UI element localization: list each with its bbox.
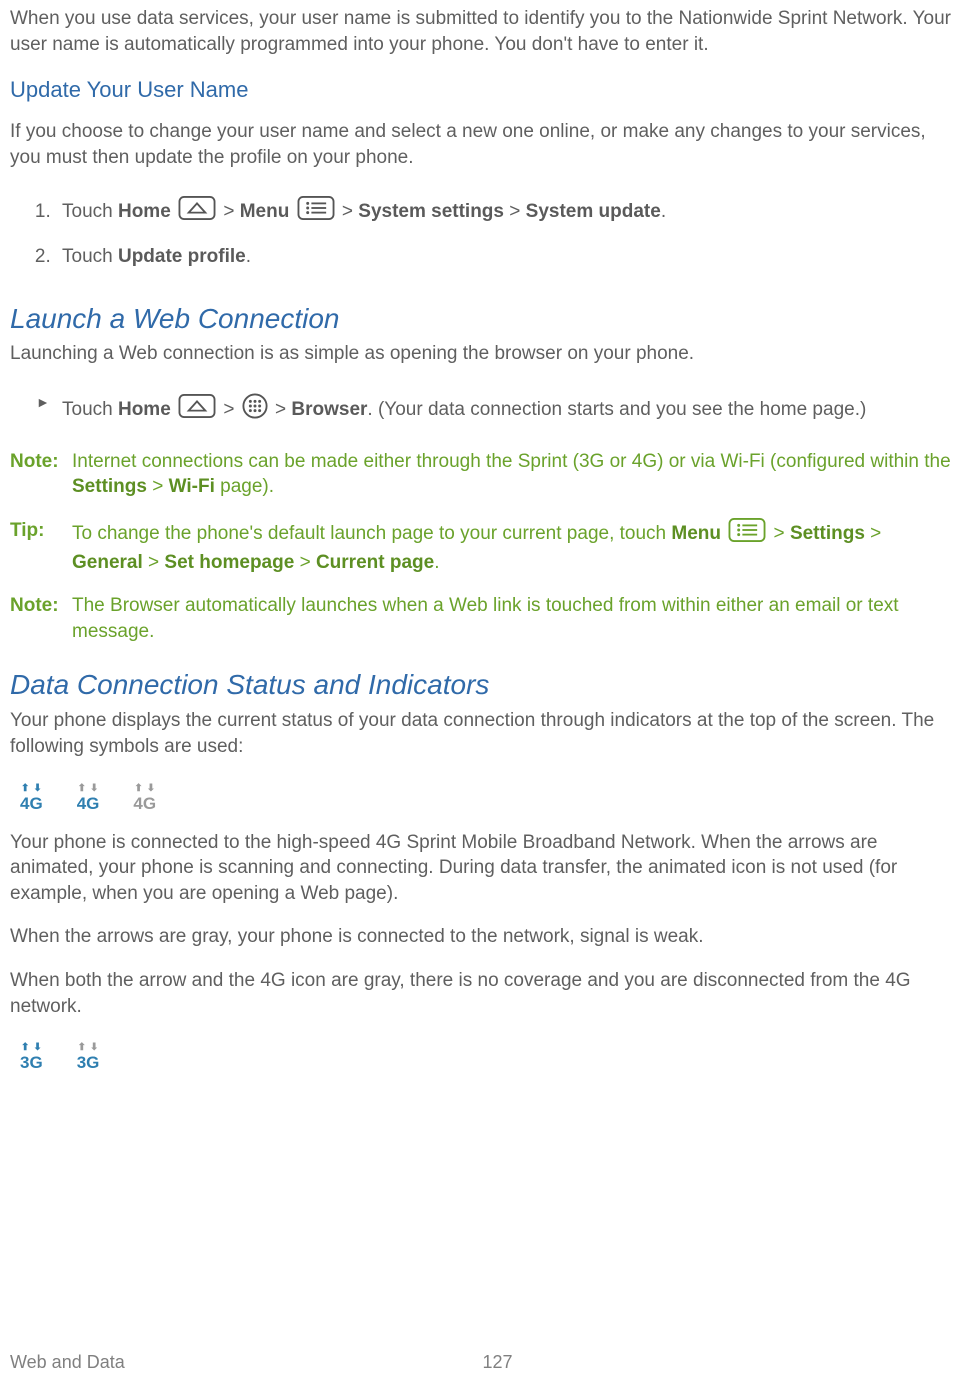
- sep: >: [865, 523, 881, 544]
- tip-label: Tip:: [10, 518, 72, 575]
- label-general: General: [72, 552, 143, 573]
- text: .: [661, 201, 666, 222]
- heading-update-user-name: Update Your User Name: [10, 75, 955, 105]
- text: Touch: [62, 201, 118, 222]
- sep: >: [218, 201, 240, 222]
- menu-icon: [728, 518, 766, 550]
- indicator-label: 4G: [133, 795, 156, 812]
- label-system-settings: System settings: [358, 201, 504, 222]
- note-2: Note: The Browser automatically launches…: [10, 593, 955, 644]
- arrows-icon: ⬆⬇: [134, 784, 155, 794]
- indicator-4g-weak: ⬆⬇ 4G: [77, 784, 100, 812]
- indicator-label: 4G: [77, 795, 100, 812]
- indicator-label: 4G: [20, 795, 43, 812]
- label-menu: Menu: [240, 201, 290, 222]
- step-1: Touch Home > Menu > System settings > Sy…: [56, 188, 955, 236]
- indicator-3g-active: ⬆⬇ 3G: [20, 1043, 43, 1071]
- label-settings: Settings: [72, 476, 147, 497]
- apps-icon: [242, 393, 268, 427]
- text: Touch: [62, 246, 118, 267]
- note-body: The Browser automatically launches when …: [72, 593, 955, 644]
- footer-section: Web and Data: [10, 1350, 483, 1374]
- sep: >: [504, 201, 526, 222]
- arrows-icon: ⬆⬇: [78, 784, 99, 794]
- home-icon: [178, 394, 216, 426]
- note-body: Internet connections can be made either …: [72, 449, 955, 500]
- arrows-icon: ⬆⬇: [78, 1043, 99, 1053]
- sep: >: [143, 552, 165, 573]
- sep: >: [147, 476, 169, 497]
- text: page).: [215, 476, 274, 497]
- sep: >: [337, 201, 359, 222]
- intro-paragraph: When you use data services, your user na…: [10, 6, 955, 57]
- indicator-4g-disconnected: ⬆⬇ 4G: [133, 784, 156, 812]
- label-current-page: Current page: [316, 552, 434, 573]
- page-footer: Web and Data 127: [10, 1350, 955, 1374]
- arrows-icon: ⬆⬇: [21, 784, 42, 794]
- tip-body: To change the phone's default launch pag…: [72, 518, 955, 575]
- step-2: Touch Update profile.: [56, 236, 955, 278]
- sep: >: [294, 552, 316, 573]
- note-label: Note:: [10, 593, 72, 644]
- home-icon: [178, 196, 216, 228]
- label-update-profile: Update profile: [118, 246, 246, 267]
- status-p2: When the arrows are gray, your phone is …: [10, 924, 955, 950]
- status-p3: When both the arrow and the 4G icon are …: [10, 968, 955, 1019]
- launch-bullet: Touch Home > > Browser. (Your data conne…: [36, 385, 955, 435]
- indicator-4g-active: ⬆⬇ 4G: [20, 784, 43, 812]
- update-steps-list: Touch Home > Menu > System settings > Sy…: [10, 188, 955, 277]
- label-browser: Browser: [291, 399, 367, 420]
- arrows-icon: ⬆⬇: [21, 1043, 42, 1053]
- text: Touch: [62, 399, 118, 420]
- text: . (Your data connection starts and you s…: [367, 399, 866, 420]
- footer-page-number: 127: [483, 1350, 513, 1374]
- indicator-row-3g: ⬆⬇ 3G ⬆⬇ 3G: [10, 1037, 955, 1089]
- heading-launch-web-connection: Launch a Web Connection: [10, 300, 955, 338]
- label-wifi: Wi-Fi: [169, 476, 215, 497]
- menu-icon: [297, 196, 335, 228]
- label-home: Home: [118, 201, 171, 222]
- text: Internet connections can be made either …: [72, 451, 951, 472]
- launch-bullet-list: Touch Home > > Browser. (Your data conne…: [10, 385, 955, 435]
- label-set-homepage: Set homepage: [164, 552, 294, 573]
- indicator-row-4g: ⬆⬇ 4G ⬆⬇ 4G ⬆⬇ 4G: [10, 778, 955, 830]
- status-p1: Your phone is connected to the high-spee…: [10, 830, 955, 907]
- indicator-label: 3G: [20, 1054, 43, 1071]
- launch-description: Launching a Web connection is as simple …: [10, 341, 955, 367]
- indicator-label: 3G: [77, 1054, 100, 1071]
- label-settings: Settings: [790, 523, 865, 544]
- indicator-3g-weak: ⬆⬇ 3G: [77, 1043, 100, 1071]
- sep: >: [218, 399, 240, 420]
- label-menu: Menu: [671, 523, 721, 544]
- status-description: Your phone displays the current status o…: [10, 708, 955, 759]
- sep: >: [768, 523, 790, 544]
- label-system-update: System update: [526, 201, 661, 222]
- sep: >: [270, 399, 292, 420]
- note-label: Note:: [10, 449, 72, 500]
- text: .: [246, 246, 251, 267]
- label-home: Home: [118, 399, 171, 420]
- tip-1: Tip: To change the phone's default launc…: [10, 518, 955, 575]
- heading-data-connection-status: Data Connection Status and Indicators: [10, 666, 955, 704]
- update-description: If you choose to change your user name a…: [10, 119, 955, 170]
- note-1: Note: Internet connections can be made e…: [10, 449, 955, 500]
- text: To change the phone's default launch pag…: [72, 523, 671, 544]
- text: .: [434, 552, 439, 573]
